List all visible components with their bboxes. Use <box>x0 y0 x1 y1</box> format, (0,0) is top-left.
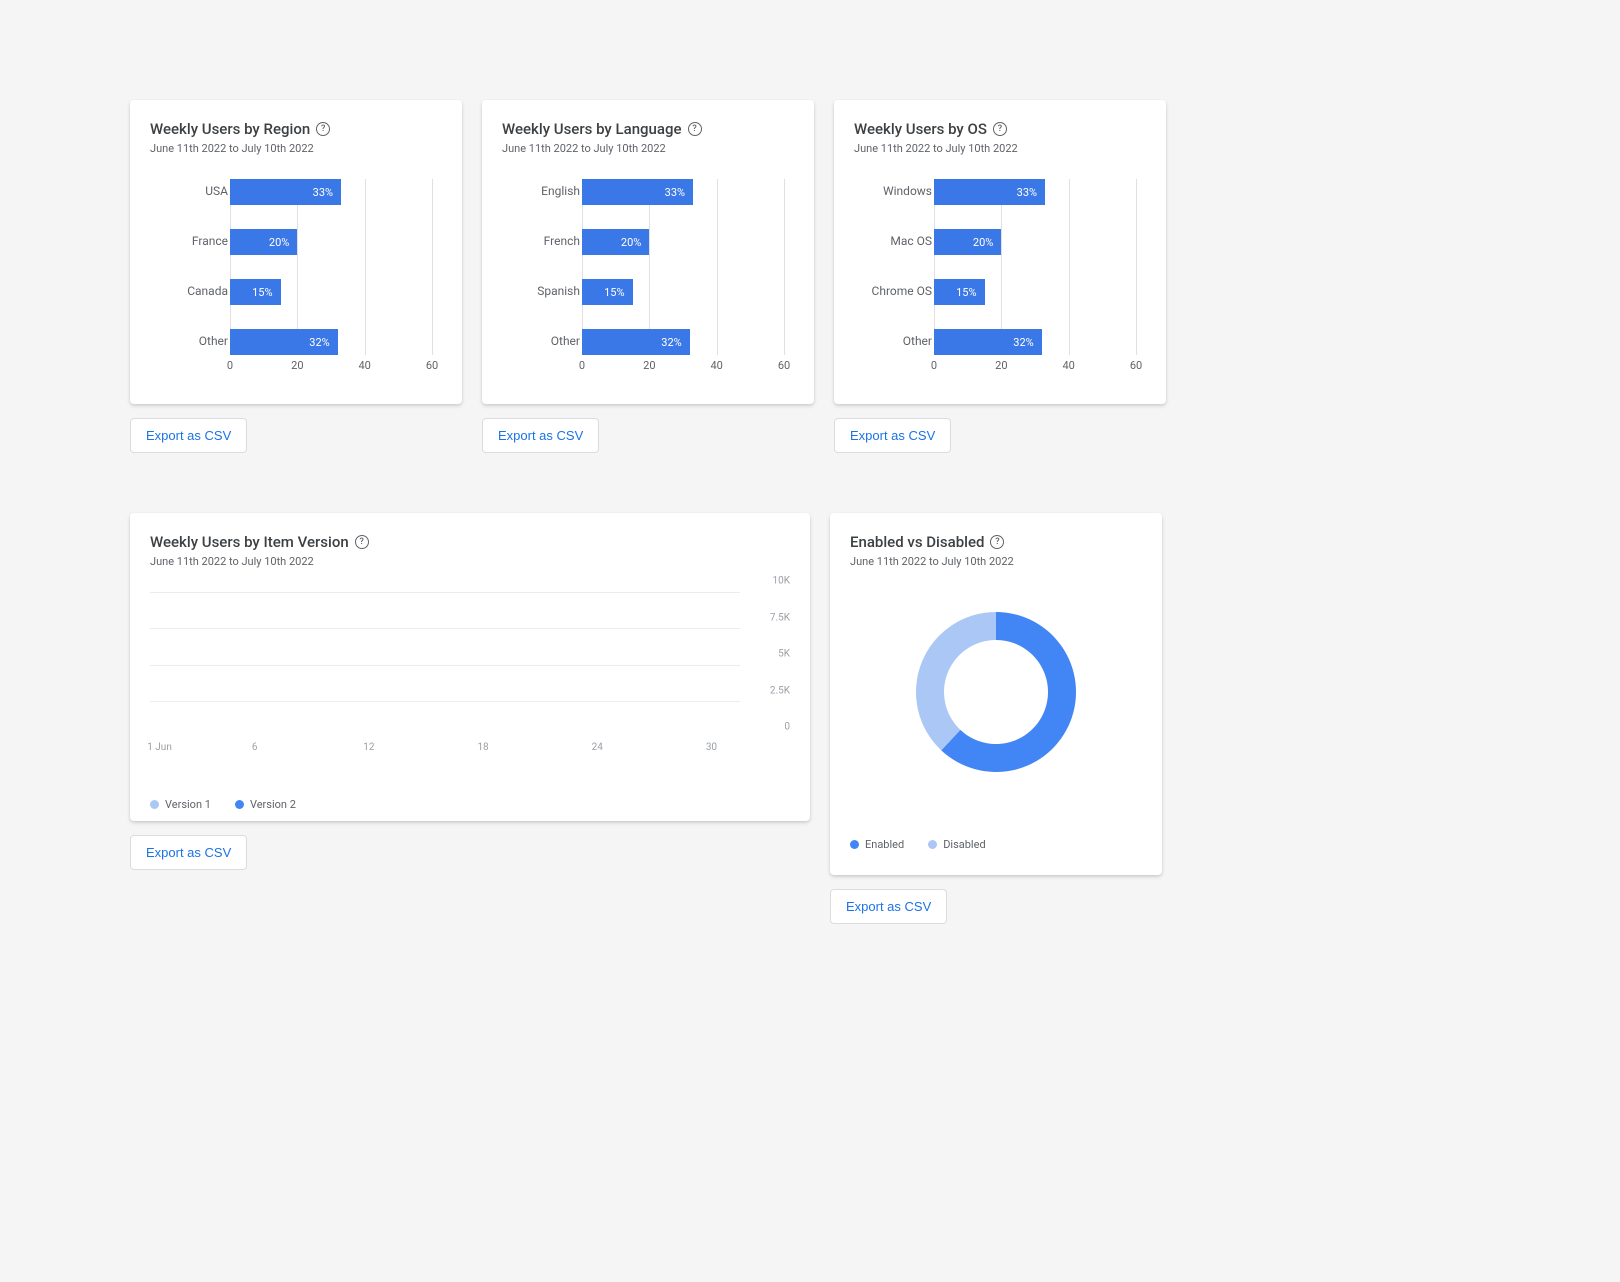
export-csv-button[interactable]: Export as CSV <box>830 889 947 924</box>
legend-label: Enabled <box>865 838 904 851</box>
export-csv-button[interactable]: Export as CSV <box>834 418 951 453</box>
title-text: Weekly Users by Item Version <box>150 533 349 551</box>
export-csv-button[interactable]: Export as CSV <box>482 418 599 453</box>
card-title-region: Weekly Users by Region ? <box>150 120 442 138</box>
legend-label: Disabled <box>943 838 985 851</box>
card-title-language: Weekly Users by Language ? <box>502 120 794 138</box>
date-range: June 11th 2022 to July 10th 2022 <box>854 142 1146 155</box>
date-range: June 11th 2022 to July 10th 2022 <box>850 555 1142 568</box>
title-text: Weekly Users by Language <box>502 120 682 138</box>
export-csv-button[interactable]: Export as CSV <box>130 835 247 870</box>
swatch-disabled <box>928 840 937 849</box>
help-icon[interactable]: ? <box>316 122 330 136</box>
help-icon[interactable]: ? <box>990 535 1004 549</box>
card-version: Weekly Users by Item Version ? June 11th… <box>130 513 810 821</box>
legend-label: Version 2 <box>250 798 296 811</box>
card-title-enabled: Enabled vs Disabled ? <box>850 533 1142 551</box>
legend-item-version1: Version 1 <box>150 798 211 811</box>
chart-version: 02.5K5K7.5K10K 1 Jun612182430 <box>150 592 790 762</box>
export-csv-button[interactable]: Export as CSV <box>130 418 247 453</box>
title-text: Weekly Users by OS <box>854 120 987 138</box>
card-title-os: Weekly Users by OS ? <box>854 120 1146 138</box>
date-range: June 11th 2022 to July 10th 2022 <box>150 142 442 155</box>
swatch-enabled <box>850 840 859 849</box>
swatch-version2 <box>235 800 244 809</box>
chart-enabled <box>850 592 1142 802</box>
date-range: June 11th 2022 to July 10th 2022 <box>502 142 794 155</box>
title-text: Enabled vs Disabled <box>850 533 984 551</box>
help-icon[interactable]: ? <box>688 122 702 136</box>
legend-item-version2: Version 2 <box>235 798 296 811</box>
legend-item-disabled: Disabled <box>928 838 985 851</box>
card-title-version: Weekly Users by Item Version ? <box>150 533 790 551</box>
date-range: June 11th 2022 to July 10th 2022 <box>150 555 790 568</box>
help-icon[interactable]: ? <box>355 535 369 549</box>
legend-item-enabled: Enabled <box>850 838 904 851</box>
card-language: Weekly Users by Language ? June 11th 202… <box>482 100 814 404</box>
card-region: Weekly Users by Region ? June 11th 2022 … <box>130 100 462 404</box>
title-text: Weekly Users by Region <box>150 120 310 138</box>
legend-version: Version 1 Version 2 <box>150 798 790 811</box>
chart-language: 020406033%20%15%32%EnglishFrenchSpanishO… <box>502 179 794 379</box>
legend-enabled: Enabled Disabled <box>850 838 1142 851</box>
card-os: Weekly Users by OS ? June 11th 2022 to J… <box>834 100 1166 404</box>
swatch-version1 <box>150 800 159 809</box>
chart-os: 020406033%20%15%32%WindowsMac OSChrome O… <box>854 179 1146 379</box>
legend-label: Version 1 <box>165 798 211 811</box>
chart-region: 020406033%20%15%32%USAFranceCanadaOther <box>150 179 442 379</box>
card-enabled: Enabled vs Disabled ? June 11th 2022 to … <box>830 513 1162 875</box>
help-icon[interactable]: ? <box>993 122 1007 136</box>
